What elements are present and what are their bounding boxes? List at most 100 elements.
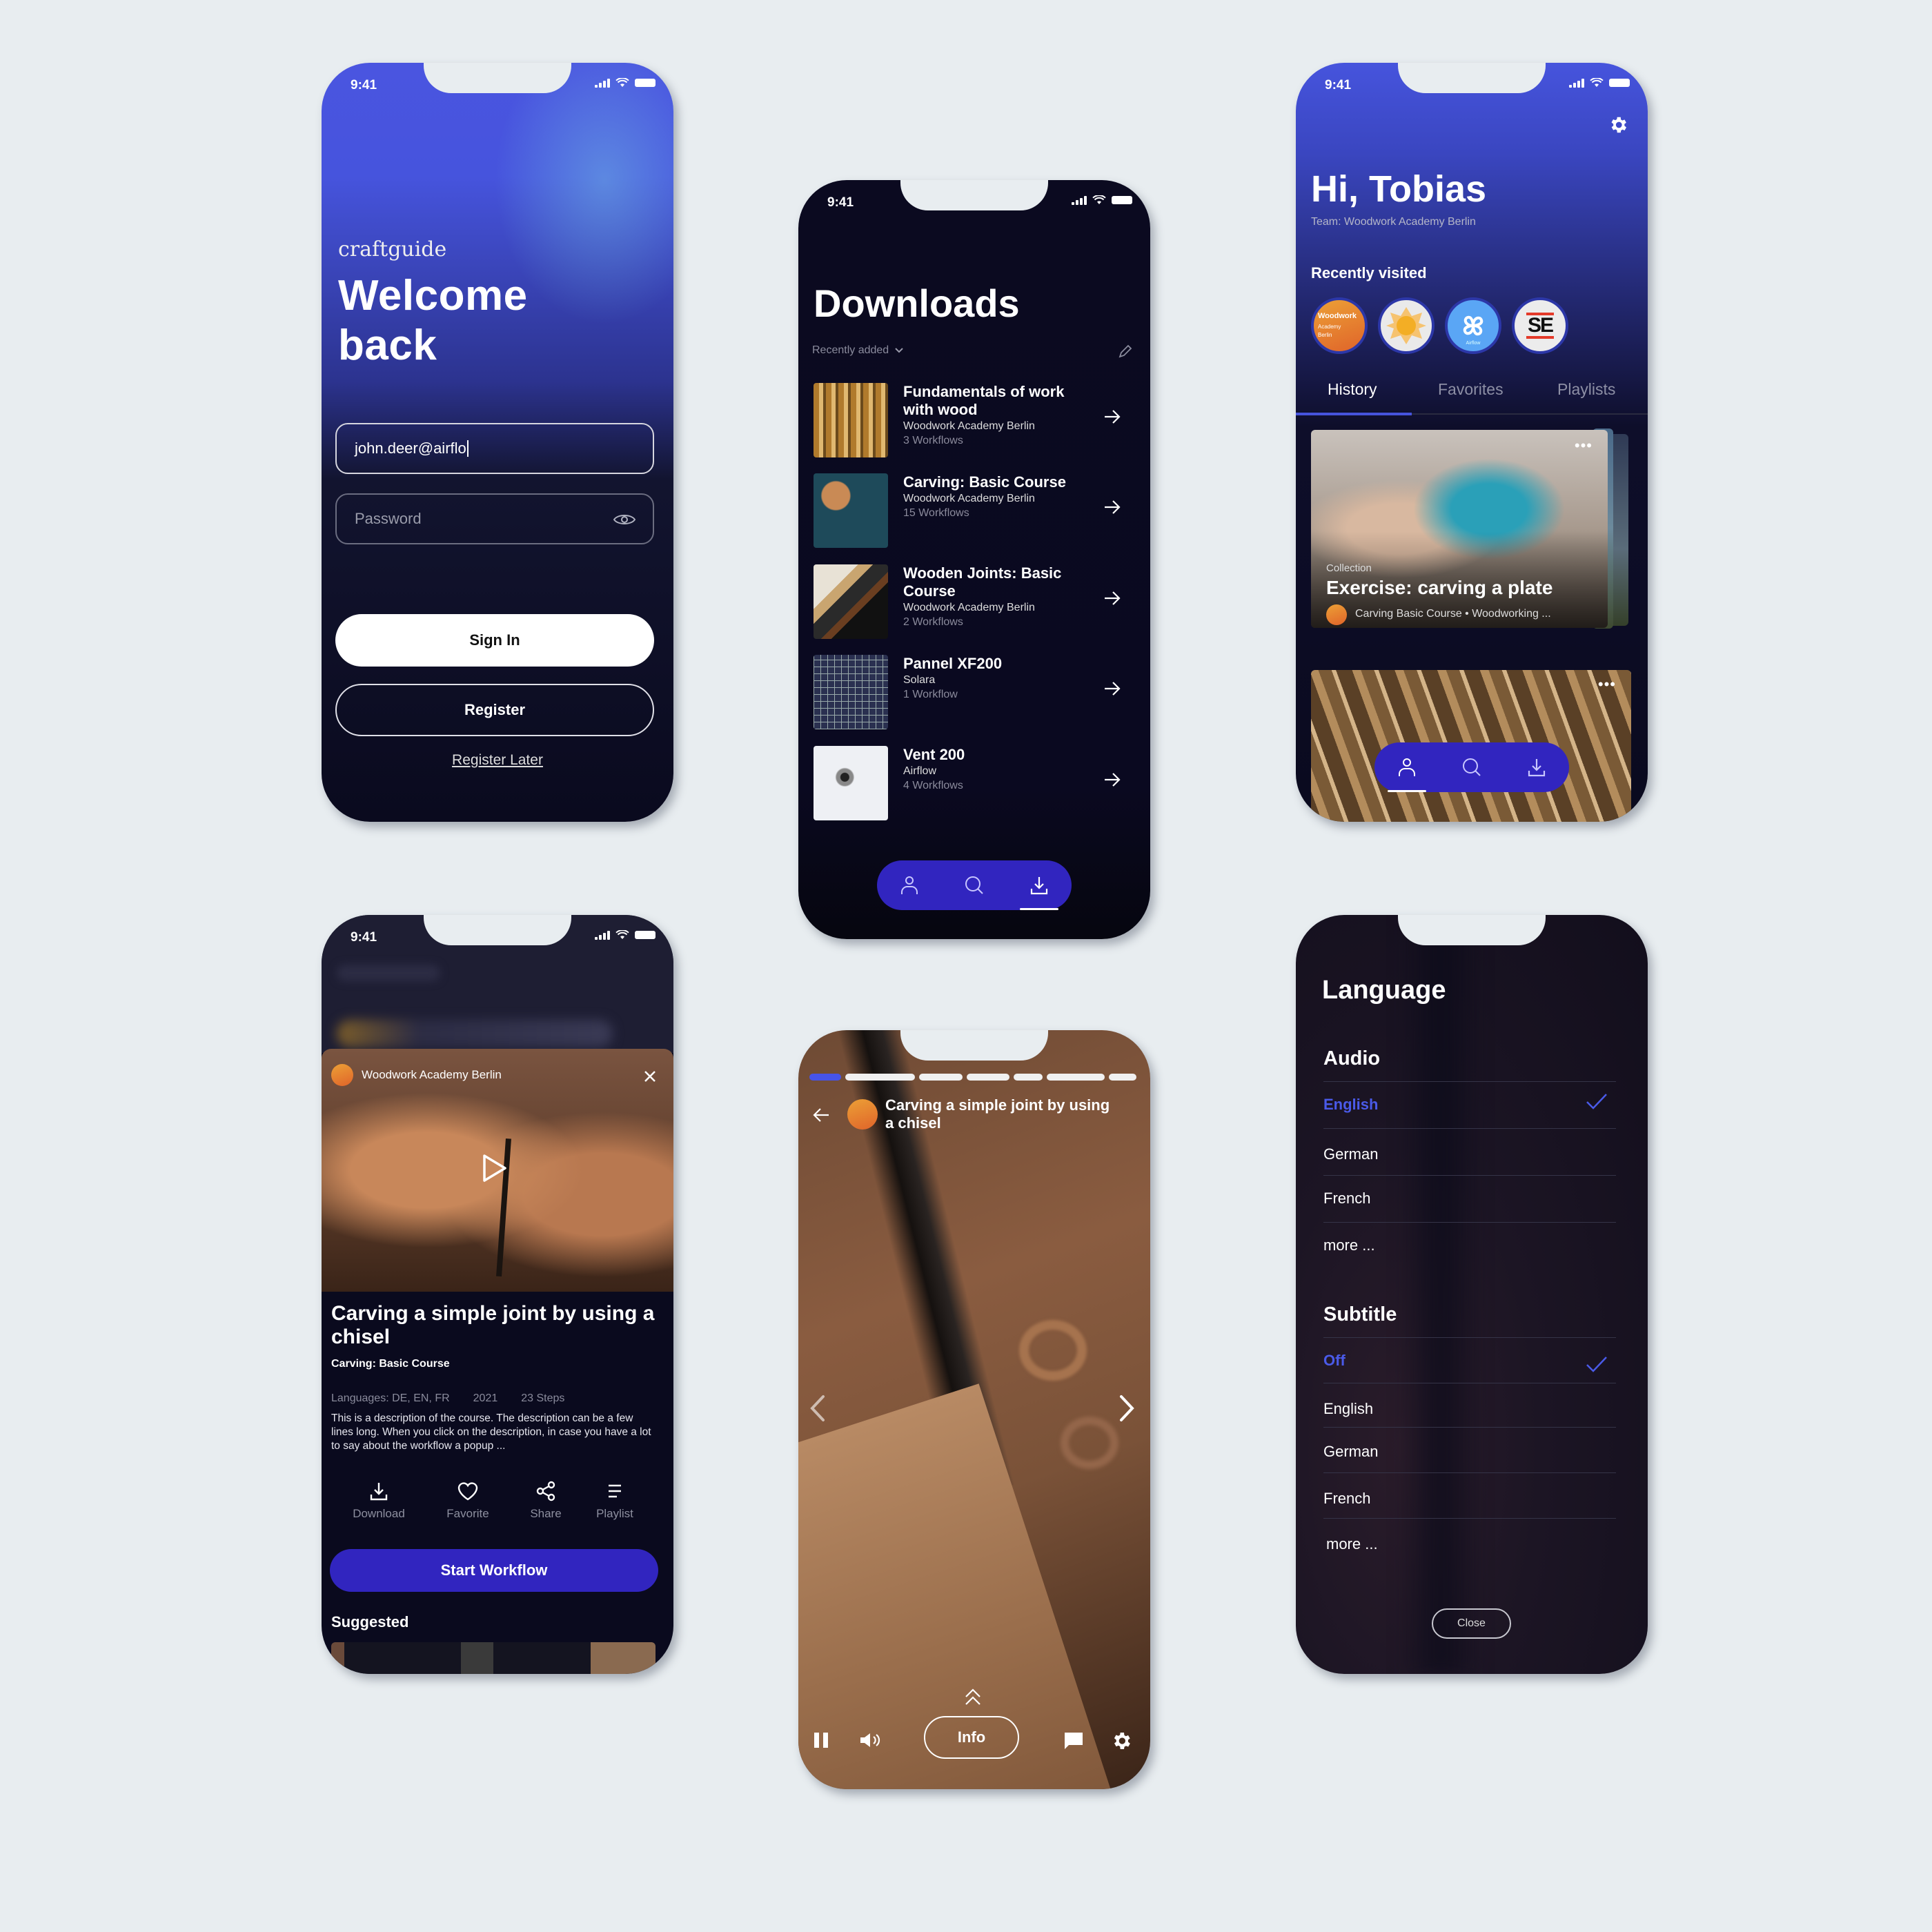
status-time: 9:41	[351, 78, 377, 92]
step-segment[interactable]	[1109, 1074, 1136, 1081]
status-time: 9:41	[351, 930, 377, 945]
play-icon[interactable]	[482, 1154, 508, 1183]
description[interactable]: This is a description of the course. The…	[331, 1412, 656, 1453]
password-placeholder: Password	[355, 510, 422, 527]
step-segment[interactable]	[1014, 1074, 1043, 1081]
settings-gear-icon[interactable]	[1608, 115, 1628, 135]
blurred-back	[337, 965, 440, 981]
step-segment[interactable]	[845, 1074, 915, 1081]
step-segment[interactable]	[966, 1074, 1010, 1081]
step-segment[interactable]	[1047, 1074, 1105, 1081]
download-item[interactable]: Pannel XF200 Solara 1 Workflow	[814, 655, 1135, 731]
previous-chevron-icon[interactable]	[809, 1394, 826, 1422]
subtitle-option-german[interactable]: German	[1323, 1427, 1616, 1473]
nav-downloads[interactable]	[1516, 742, 1557, 792]
subtitle-option-french[interactable]: French	[1323, 1472, 1616, 1519]
pause-button[interactable]	[814, 1733, 828, 1748]
wood-shaving-shape	[1061, 1417, 1118, 1469]
thumbnail-solar-panel	[814, 655, 888, 729]
thumbnail-tools	[814, 383, 888, 457]
arrow-right-icon[interactable]	[1103, 409, 1121, 424]
profile-icon	[901, 876, 918, 894]
video-preview[interactable]: Woodwork Academy Berlin	[322, 1049, 673, 1292]
download-item[interactable]: Fundamentals of work with wood Woodwork A…	[814, 383, 1135, 459]
favorite-action[interactable]: Favorite	[430, 1481, 506, 1521]
subtitle-option-off[interactable]: Off	[1323, 1337, 1616, 1383]
download-item[interactable]: Vent 200 Airflow 4 Workflows	[814, 746, 1135, 822]
close-button[interactable]: Close	[1432, 1608, 1511, 1639]
tab-active-indicator	[1296, 413, 1412, 415]
subtitle-section-label: Subtitle	[1323, 1303, 1397, 1325]
more-options-icon[interactable]: •••	[1575, 438, 1593, 453]
info-button[interactable]: Info	[924, 1716, 1019, 1759]
tab-favorites[interactable]: Favorites	[1438, 380, 1504, 399]
email-field[interactable]: john.deer@airflo	[335, 423, 654, 474]
sign-in-button[interactable]: Sign In	[335, 614, 654, 667]
signal-icon	[595, 78, 610, 88]
arrow-right-icon[interactable]	[1103, 500, 1121, 515]
nav-profile[interactable]	[1386, 742, 1428, 792]
device-notch	[900, 1030, 1048, 1061]
audio-option-french[interactable]: French	[1323, 1175, 1616, 1223]
recent-avatar-se[interactable]: SE	[1512, 297, 1568, 354]
download-action[interactable]: Download	[341, 1481, 417, 1521]
recent-avatar-solara[interactable]	[1378, 297, 1435, 354]
more-options-icon[interactable]: •••	[1598, 677, 1616, 692]
volume-icon[interactable]	[859, 1731, 883, 1749]
start-workflow-button[interactable]: Start Workflow	[330, 1549, 658, 1592]
audio-option-more[interactable]: more ...	[1323, 1222, 1616, 1264]
wifi-icon	[615, 78, 629, 87]
nav-search[interactable]	[1451, 742, 1492, 792]
step-segment[interactable]	[809, 1074, 842, 1081]
battery-icon	[635, 931, 656, 939]
battery-icon	[1609, 79, 1630, 87]
background-shade	[1399, 915, 1482, 1674]
download-item[interactable]: Carving: Basic Course Woodwork Academy Be…	[814, 473, 1135, 549]
back-arrow-icon[interactable]	[812, 1107, 830, 1123]
password-field[interactable]: Password	[335, 493, 654, 544]
history-card[interactable]: ••• Collection Exercise: carving a plate…	[1311, 430, 1608, 628]
settings-gear-icon[interactable]	[1110, 1730, 1132, 1752]
audio-option-german[interactable]: German	[1323, 1128, 1616, 1176]
edit-icon[interactable]	[1117, 343, 1134, 359]
recent-avatar-woodwork[interactable]: Woodwork Academy Berlin	[1311, 297, 1368, 354]
nav-search[interactable]	[954, 860, 995, 910]
sort-label: Recently added	[812, 344, 889, 356]
nav-profile[interactable]	[889, 860, 930, 910]
item-org: Solara	[903, 674, 936, 686]
login-screen: 9:41 craftguide Welcome back john.deer@a…	[322, 63, 673, 822]
item-title: Pannel XF200	[903, 655, 1003, 672]
item-count: 4 Workflows	[903, 780, 963, 791]
close-icon[interactable]	[643, 1070, 657, 1083]
audio-option-english[interactable]: English	[1323, 1081, 1616, 1129]
arrow-right-icon[interactable]	[1103, 681, 1121, 696]
nav-downloads[interactable]	[1018, 860, 1060, 910]
playlist-action[interactable]: Playlist	[577, 1481, 653, 1521]
recent-avatar-airflow[interactable]: Airflow	[1445, 297, 1501, 354]
blurred-title	[337, 1020, 613, 1047]
arrow-right-icon[interactable]	[1103, 772, 1121, 787]
workflow-detail-screen: 9:41 Woodwork Academy Berlin Carving a s…	[322, 915, 673, 1674]
chevron-double-up-icon[interactable]	[964, 1687, 982, 1706]
workflow-title: Carving a simple joint by using a chisel	[885, 1096, 1110, 1132]
register-button[interactable]: Register	[335, 684, 654, 736]
battery-icon	[635, 79, 656, 87]
suggested-card[interactable]	[331, 1642, 656, 1674]
step-segment[interactable]	[918, 1074, 963, 1081]
next-chevron-icon[interactable]	[1118, 1394, 1135, 1422]
page-title: Downloads	[814, 282, 1020, 325]
option-label: more ...	[1323, 1236, 1375, 1254]
arrow-right-icon[interactable]	[1103, 591, 1121, 606]
eye-icon[interactable]	[613, 511, 636, 528]
subtitle-option-english[interactable]: English	[1323, 1383, 1616, 1428]
subtitle-option-more[interactable]: more ...	[1323, 1518, 1616, 1560]
checkmark-icon	[1586, 1357, 1607, 1372]
sort-dropdown[interactable]: Recently added	[812, 344, 904, 357]
download-item[interactable]: Wooden Joints: Basic Course Woodwork Acad…	[814, 564, 1135, 640]
share-action[interactable]: Share	[508, 1481, 584, 1521]
item-org: Woodwork Academy Berlin	[903, 602, 1035, 613]
tab-history[interactable]: History	[1328, 380, 1377, 399]
register-later-link[interactable]: Register Later	[322, 752, 673, 769]
tab-playlists[interactable]: Playlists	[1557, 380, 1615, 399]
comment-icon[interactable]	[1063, 1731, 1084, 1751]
